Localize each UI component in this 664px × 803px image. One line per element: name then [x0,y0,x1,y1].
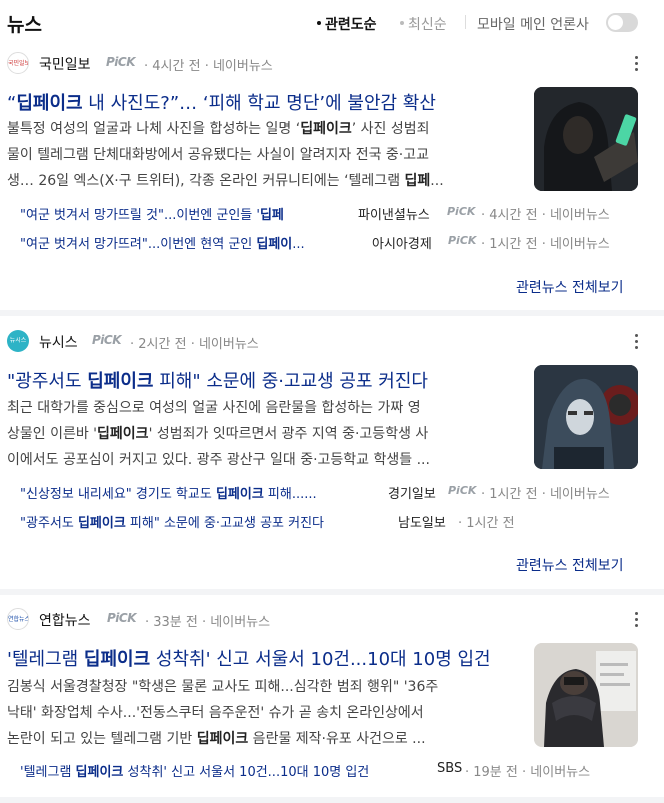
naver-news-link[interactable]: 네이버뉴스 [210,615,270,630]
article-summary[interactable]: 불특정 여성의 얼굴과 나체 사진을 합성하는 일명 ‘딥페이크’ 사진 성범죄… [7,116,519,194]
naver-news-link[interactable]: 네이버뉴스 [550,237,610,252]
related-news-title[interactable]: "신상정보 내리세요" 경기도 학교도 딥페이크 피해...... [20,483,372,502]
more-options-icon[interactable] [632,56,642,74]
sort-relevance-label: 관련도순 [325,17,377,33]
pick-badge: PiCK [92,333,122,347]
card-divider [0,310,664,316]
toggle-knob [608,15,623,30]
article-summary[interactable]: 최근 대학가를 중심으로 여성의 얼굴 사진에 음란물을 합성하는 가짜 영 상… [7,395,519,473]
section-title: 뉴스 [7,14,42,36]
article-summary[interactable]: 김봉식 서울경찰청장 "학생은 물론 교사도 피해...심각한 범죄 행위" '… [7,674,519,752]
naver-news-link[interactable]: 네이버뉴스 [550,487,610,502]
press-name[interactable]: 국민일보 [39,54,91,74]
related-news-title[interactable]: "광주서도 딥페이크 피해" 소문에 중·고교생 공포 커진다 [20,512,392,531]
related-press-name[interactable]: 아시아경제 [372,233,432,252]
press-row: 뉴시스 뉴시스 PiCK · 2시간 전 · 네이버뉴스 [7,330,627,352]
article-headline[interactable]: "광주서도 딥페이크 피해" 소문에 중·고교생 공포 커진다 [7,367,527,393]
article-time: 33분 전 [153,615,198,630]
summary-line: 이에서도 공포심이 커지고 있다. 광주 광산구 일대 중·고등학교 학생들 .… [7,452,430,468]
distressed-person-image [534,643,638,747]
article-thumbnail[interactable] [534,87,638,191]
news-header: 뉴스 관련도순 최신순 모바일 메인 언론사 [0,0,664,46]
related-meta: · 19분 전 · 네이버뉴스 [465,765,591,780]
sort-relevance-option[interactable]: 관련도순 [317,14,377,34]
naver-news-link[interactable]: 네이버뉴스 [550,208,610,223]
view-all-related-news-link[interactable]: 관련뉴스 전체보기 [516,277,624,297]
article-meta: · 33분 전 · 네이버뉴스 [145,615,271,630]
press-logo[interactable]: 국민일보 [7,52,29,74]
summary-line: 낙태' 화장업체 수사...'전동스쿠터 음주운전' 슈가 곧 송치 온라인상에… [7,705,424,721]
pick-badge: PiCK [448,484,477,497]
more-options-icon[interactable] [632,612,642,630]
press-logo[interactable]: 뉴시스 [7,330,29,352]
related-news-item[interactable]: "여군 벗겨서 망가뜨려"...이번엔 현역 군인 딥페이... 아시아경제 P… [20,231,640,253]
press-row: 연합뉴스 연합뉴스 PiCK · 33분 전 · 네이버뉴스 [7,608,627,630]
article-headline[interactable]: '텔레그램 딥페이크 성착취' 신고 서울서 10건...10대 10명 입건 [7,645,527,671]
mobile-main-press-toggle[interactable] [606,13,638,32]
related-press-name[interactable]: 경기일보 [388,483,436,502]
article-time: 4시간 전 [152,59,201,74]
related-news-item[interactable]: "여군 벗겨서 망가뜨릴 것"...이번엔 군인들 '딥페 파이낸셜뉴스 PiC… [20,202,640,224]
summary-line: 최근 대학가를 중심으로 여성의 얼굴 사진에 음란물을 합성하는 가짜 영 [7,400,421,416]
selected-dot-icon [317,21,321,25]
related-news-item[interactable]: "광주서도 딥페이크 피해" 소문에 중·고교생 공포 커진다 남도일보 · 1… [20,510,640,532]
related-meta: · 1시간 전 · 네이버뉴스 [481,487,610,502]
summary-line: 김봉식 서울경찰청장 "학생은 물론 교사도 피해...심각한 범죄 행위" '… [7,679,439,695]
related-meta: · 4시간 전 · 네이버뉴스 [481,208,610,223]
related-meta: · 1시간 전 · 네이버뉴스 [481,237,610,252]
masked-hacker-image [534,365,638,469]
press-logo[interactable]: 연합뉴스 [7,608,29,630]
press-name[interactable]: 뉴시스 [39,332,78,352]
related-news-title[interactable]: "여군 벗겨서 망가뜨릴 것"...이번엔 군인들 '딥페 [20,204,352,223]
pick-badge: PiCK [106,55,136,69]
article-thumbnail[interactable] [534,365,638,469]
article-meta: · 4시간 전 · 네이버뉴스 [144,59,273,74]
summary-line: 상물인 이른바 '딥페이크' 성범죄가 잇따르면서 광주 지역 중·고등학생 사 [7,426,429,442]
summary-line: 논란이 되고 있는 텔레그램 기반 딥페이크 음란물 제작·유포 사건으로 ..… [7,731,426,747]
article-time: 2시간 전 [138,337,187,352]
summary-line: 불특정 여성의 얼굴과 나체 사진을 합성하는 일명 ‘딥페이크’ 사진 성범죄 [7,121,430,137]
naver-news-link[interactable]: 네이버뉴스 [530,765,590,780]
summary-line: 생… 26일 엑스(X·구 트위터), 각종 온라인 커뮤니티에는 ‘텔레그램 … [7,173,444,189]
article-thumbnail[interactable] [534,643,638,747]
sort-latest-label: 최신순 [408,17,447,33]
card-divider [0,797,664,803]
article-headline[interactable]: “딥페이크 내 사진도?”… ‘피해 학교 명단’에 불안감 확산 [7,89,527,115]
related-news-title[interactable]: "여군 벗겨서 망가뜨려"...이번엔 현역 군인 딥페이... [20,233,362,252]
press-row: 국민일보 국민일보 PiCK · 4시간 전 · 네이버뉴스 [7,52,627,74]
related-press-name[interactable]: 남도일보 [398,512,446,531]
dot-icon [400,21,404,25]
pick-badge: PiCK [107,611,137,625]
pick-badge: PiCK [447,205,476,218]
card-divider [0,589,664,595]
hooded-person-phone-image [534,87,638,191]
related-press-name[interactable]: 파이낸셜뉴스 [358,204,430,223]
mobile-main-press-label: 모바일 메인 언론사 [477,17,589,33]
naver-news-link[interactable]: 네이버뉴스 [213,59,273,74]
more-options-icon[interactable] [632,334,642,352]
related-press-name[interactable]: SBS [437,761,462,776]
summary-line: 물이 텔레그램 단체대화방에서 공유됐다는 사실이 알려지자 전국 중·고교 [7,147,429,163]
related-news-title[interactable]: '텔레그램 딥페이크 성착취' 신고 서울서 10건...10대 10명 입건 [20,761,432,780]
sort-latest-option[interactable]: 최신순 [400,14,447,34]
article-meta: · 2시간 전 · 네이버뉴스 [130,337,259,352]
divider [465,15,466,29]
related-news-item[interactable]: '텔레그램 딥페이크 성착취' 신고 서울서 10건...10대 10명 입건 … [20,759,640,781]
press-name[interactable]: 연합뉴스 [39,610,91,630]
naver-news-link[interactable]: 네이버뉴스 [199,337,259,352]
pick-badge: PiCK [448,234,477,247]
related-meta: · 1시간 전 [458,516,515,531]
related-news-item[interactable]: "신상정보 내리세요" 경기도 학교도 딥페이크 피해...... 경기일보 P… [20,481,640,503]
view-all-related-news-link[interactable]: 관련뉴스 전체보기 [516,555,624,575]
